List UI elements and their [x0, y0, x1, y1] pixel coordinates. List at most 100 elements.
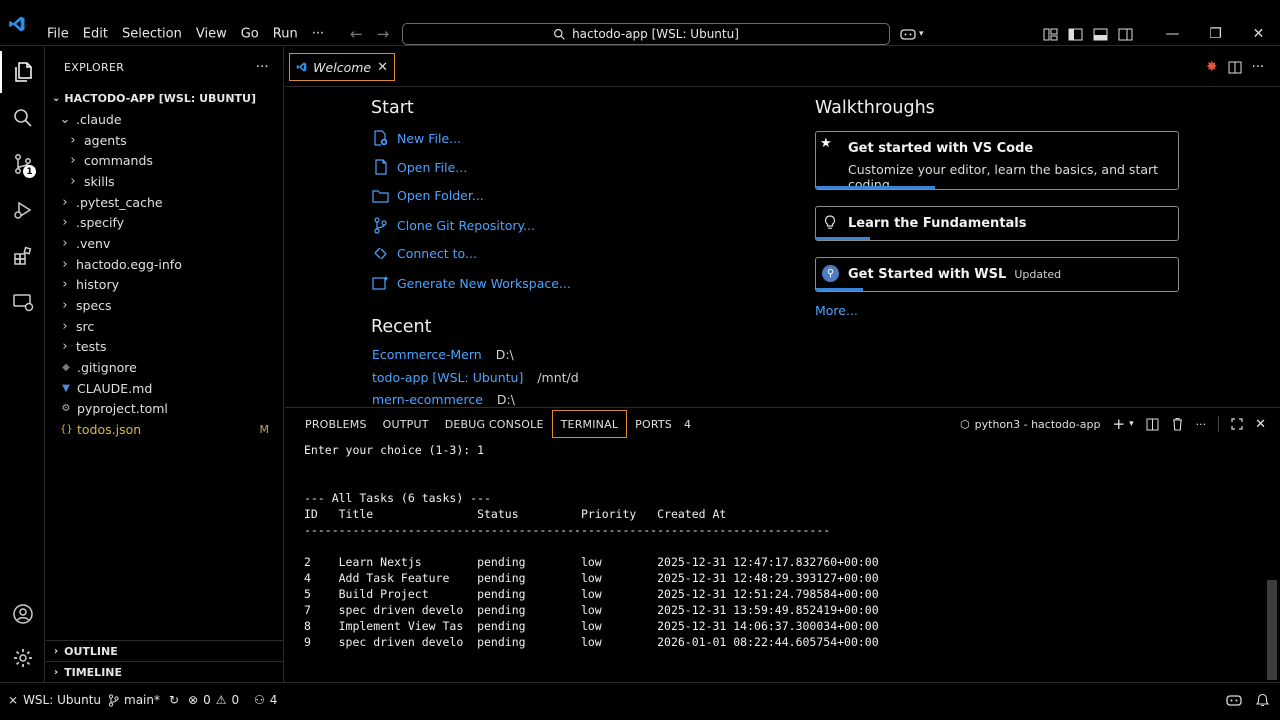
tab-output[interactable]: OUTPUT	[375, 410, 437, 438]
toggle-primary-sidebar-icon[interactable]	[1063, 26, 1087, 42]
menu-item-edit[interactable]: Edit	[76, 27, 115, 42]
menu-item-go[interactable]: Go	[234, 27, 266, 42]
editor-tab-bar: Welcome ✕ ✸ ···	[285, 47, 1280, 87]
restore-button[interactable]: ❐	[1194, 22, 1237, 46]
menu-item-view[interactable]: View	[189, 27, 234, 42]
more-actions-icon[interactable]: ···	[1252, 60, 1264, 75]
editor-actions: ✸ ···	[1206, 59, 1264, 75]
recent-item-name[interactable]: mern-ecommerce	[372, 392, 483, 406]
start-link[interactable]: Clone Git Repository...	[371, 217, 535, 234]
copilot-status-icon[interactable]	[1226, 693, 1242, 707]
terminal-scrollbar[interactable]	[1267, 580, 1277, 680]
tree-item[interactable]: {} todos.json M	[46, 419, 283, 440]
tab-terminal[interactable]: TERMINAL	[551, 410, 628, 438]
maximize-panel-icon[interactable]	[1231, 418, 1243, 430]
toggle-panel-icon[interactable]	[1088, 26, 1112, 42]
menu-bar: File Edit Selection View Go Run ···	[40, 27, 331, 42]
copilot-icon[interactable]: ▾	[900, 27, 924, 41]
tree-item[interactable]: › .pytest_cache	[46, 192, 283, 213]
tree-item[interactable]: › agents	[46, 130, 283, 151]
timeline-section[interactable]: › TIMELINE	[46, 661, 284, 682]
new-terminal-icon[interactable]: +	[1112, 415, 1125, 433]
start-link[interactable]: Generate New Workspace...	[371, 275, 571, 291]
start-link[interactable]: Open File...	[371, 159, 467, 175]
sparkle-icon[interactable]: ✸	[1206, 59, 1218, 75]
workspace-root[interactable]: ⌄ HACTODO-APP [WSL: UBUNTU]	[46, 87, 283, 109]
explorer-activity[interactable]	[0, 51, 45, 93]
start-link-label: Generate New Workspace...	[397, 275, 571, 291]
terminal-selector[interactable]: ⬡ python3 - hactodo-app	[960, 418, 1100, 431]
tree-item-label: .specify	[76, 215, 125, 231]
menu-item-file[interactable]: File	[40, 27, 76, 42]
tab-ports[interactable]: PORTS 4	[627, 410, 699, 438]
command-center-search[interactable]: hactodo-app [WSL: Ubuntu]	[402, 23, 890, 45]
manage-activity[interactable]	[0, 637, 45, 679]
tree-item[interactable]: › hactodo.egg-info	[46, 254, 283, 275]
menu-item-more[interactable]: ···	[305, 27, 331, 42]
toggle-secondary-sidebar-icon[interactable]	[1113, 26, 1137, 42]
remote-indicator[interactable]: ⨯ WSL: Ubuntu	[8, 693, 101, 707]
recent-item[interactable]: mern-ecommerce D:\	[372, 392, 515, 406]
ports-indicator[interactable]: ⚇ 4	[254, 693, 277, 707]
tree-item[interactable]: ⚙ pyproject.toml	[46, 399, 283, 420]
recent-item-name[interactable]: Ecommerce-Mern	[372, 347, 482, 362]
close-window-button[interactable]: ✕	[1237, 22, 1280, 46]
more-walkthroughs-link[interactable]: More...	[815, 303, 858, 318]
recent-item-name[interactable]: todo-app [WSL: Ubuntu]	[372, 370, 523, 385]
chevron-down-icon[interactable]: ▾	[1129, 419, 1134, 429]
forward-arrow-icon[interactable]: →	[377, 25, 390, 43]
more-actions-icon[interactable]: ···	[1196, 418, 1207, 431]
walkthrough-card-vscode[interactable]: ★ Get started with VS Code Customize you…	[815, 131, 1179, 190]
start-link[interactable]: New File...	[371, 130, 461, 146]
tree-item[interactable]: › .specify	[46, 212, 283, 233]
recent-item[interactable]: Ecommerce-Mern D:\	[372, 347, 514, 362]
search-activity[interactable]	[0, 97, 45, 139]
tab-welcome[interactable]: Welcome ✕	[289, 53, 395, 81]
recent-heading: Recent	[371, 317, 432, 337]
tree-item[interactable]: › commands	[46, 150, 283, 171]
tree-item[interactable]: › .venv	[46, 233, 283, 254]
back-arrow-icon[interactable]: ←	[350, 25, 363, 43]
customize-layout-icon[interactable]	[1038, 26, 1062, 42]
tree-item[interactable]: ▼ CLAUDE.md	[46, 378, 283, 399]
close-icon[interactable]: ✕	[377, 60, 388, 75]
chevron-right-icon: ›	[70, 173, 76, 189]
outline-section[interactable]: › OUTLINE	[46, 640, 284, 661]
start-link[interactable]: Open Folder...	[371, 188, 484, 203]
notifications-icon[interactable]	[1256, 693, 1269, 707]
tab-problems[interactable]: PROBLEMS	[297, 410, 375, 438]
walkthrough-card-wsl[interactable]: ⚲ Get Started with WSL Updated	[815, 257, 1179, 292]
sync-icon[interactable]: ↻	[169, 693, 179, 707]
source-control-activity[interactable]: 1	[0, 143, 45, 185]
split-editor-icon[interactable]	[1228, 61, 1242, 74]
menu-item-run[interactable]: Run	[266, 27, 305, 42]
walkthrough-progress	[816, 237, 871, 240]
more-actions-icon[interactable]: ···	[256, 60, 269, 75]
chevron-down-icon[interactable]: ▾	[919, 29, 924, 39]
close-panel-icon[interactable]: ✕	[1255, 417, 1266, 432]
tree-item[interactable]: › tests	[46, 337, 283, 358]
accounts-activity[interactable]	[0, 593, 45, 635]
tree-item[interactable]: › specs	[46, 295, 283, 316]
branch-indicator[interactable]: main* ↻	[108, 693, 179, 707]
start-link[interactable]: Connect to...	[371, 246, 477, 261]
tree-item[interactable]: › src	[46, 316, 283, 337]
walkthrough-card-fundamentals[interactable]: Learn the Fundamentals	[815, 206, 1179, 241]
extensions-activity[interactable]	[0, 235, 45, 277]
trash-icon[interactable]	[1171, 417, 1184, 431]
tree-item[interactable]: ⌄ .claude	[46, 109, 283, 130]
menu-item-selection[interactable]: Selection	[115, 27, 189, 42]
split-terminal-icon[interactable]	[1146, 418, 1159, 431]
account-icon	[12, 604, 33, 624]
tree-item[interactable]: ◆ .gitignore	[46, 357, 283, 378]
minimize-button[interactable]: —	[1151, 22, 1194, 46]
tree-item[interactable]: › history	[46, 275, 283, 296]
run-debug-activity[interactable]	[0, 189, 45, 231]
tree-item[interactable]: › skills	[46, 171, 283, 192]
tab-debug-console[interactable]: DEBUG CONSOLE	[437, 410, 552, 438]
problems-indicator[interactable]: ⊗ 0 ⚠ 0	[188, 693, 239, 707]
start-link-label: Open File...	[397, 159, 468, 175]
terminal[interactable]: Enter your choice (1-3): 1 --- All Tasks …	[285, 440, 1280, 697]
recent-item[interactable]: todo-app [WSL: Ubuntu] /mnt/d	[372, 370, 579, 385]
remote-explorer-activity[interactable]	[0, 281, 45, 323]
